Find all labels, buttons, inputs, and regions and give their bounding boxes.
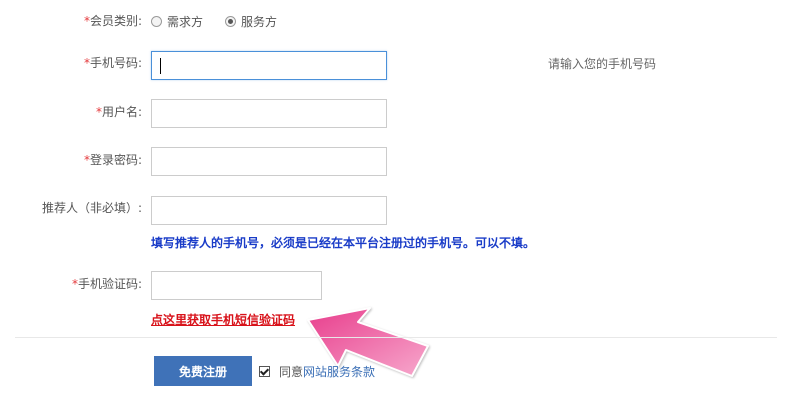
radio-option-demander[interactable]: 需求方 (151, 13, 203, 30)
agree-prefix: 同意 (279, 365, 304, 379)
agree-checkbox[interactable] (259, 366, 270, 377)
text-caret (160, 58, 161, 74)
get-sms-code-link[interactable]: 点这里获取手机短信验证码 (151, 311, 295, 328)
password-input[interactable] (151, 147, 387, 176)
sms-code-label: *手机验证码: (71, 277, 142, 291)
member-type-radio-group: 需求方 服务方 (151, 13, 299, 29)
radio-provider[interactable] (225, 15, 237, 27)
section-divider (15, 337, 777, 338)
agreement-row: 同意 网站服务条款 (259, 363, 375, 380)
sms-code-input[interactable] (151, 271, 322, 300)
radio-demander-label: 需求方 (167, 14, 204, 29)
username-label: *用户名: (95, 105, 142, 119)
phone-hint: 请输入您的手机号码 (548, 57, 657, 71)
terms-link[interactable]: 网站服务条款 (303, 363, 375, 380)
radio-provider-label: 服务方 (241, 14, 278, 29)
radio-option-provider[interactable]: 服务方 (225, 13, 277, 30)
free-register-button[interactable]: 免费注册 (154, 356, 252, 386)
referrer-hint: 填写推荐人的手机号，必须是已经在本平台注册过的手机号。可以不填。 (151, 236, 536, 250)
referrer-label: 推荐人（非必填）: (41, 201, 142, 215)
phone-label: *手机号码: (83, 56, 142, 70)
referrer-input[interactable] (151, 196, 387, 225)
phone-input[interactable] (151, 51, 387, 80)
radio-demander[interactable] (151, 15, 162, 27)
username-input[interactable] (151, 99, 387, 128)
password-label: *登录密码: (83, 153, 142, 167)
member-type-label: *会员类别: (83, 14, 142, 28)
registration-form: *会员类别: 需求方 服务方 *手机号码: 请输入您的手机号码 *用户名: *登… (0, 0, 800, 400)
